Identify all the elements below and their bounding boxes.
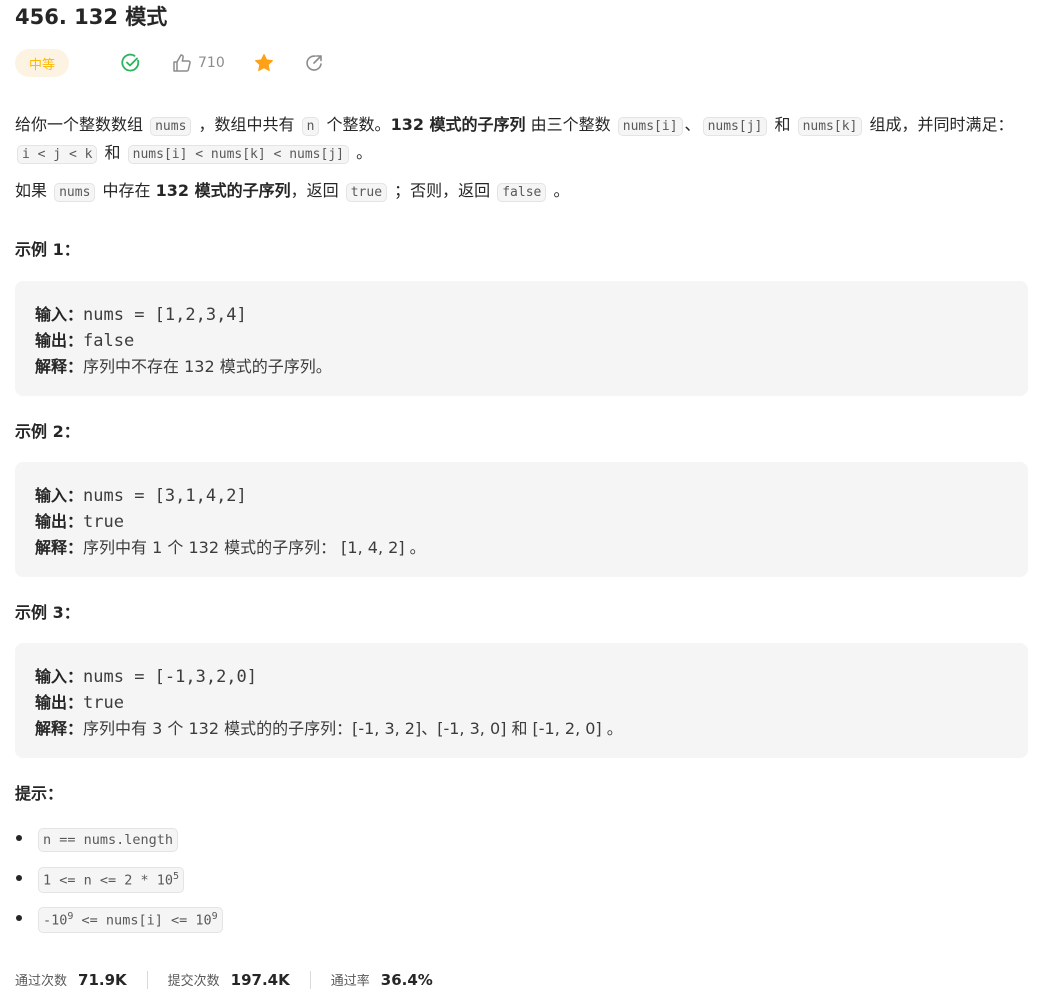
acceptance-rate: 36.4% xyxy=(380,970,433,989)
example-3-box: 输入：nums = [-1,3,2,0] 输出：true 解释：序列中有 3 个… xyxy=(15,643,1028,758)
acceptance-rate-label: 通过率 xyxy=(330,974,370,989)
inline-code: nums xyxy=(54,183,96,202)
description-paragraph: 给你一个整数数组 nums ，数组中共有 n 个整数。132 模式的子序列 由三… xyxy=(15,115,1014,164)
bullet xyxy=(16,875,22,881)
example-2-title: 示例 2： xyxy=(15,422,80,441)
accepted-label: 通过次数 xyxy=(15,974,68,989)
submissions-count: 197.4K xyxy=(230,970,290,989)
hint-item: 1 <= n <= 2 * 105 xyxy=(15,860,225,900)
solved-check-icon xyxy=(121,53,141,73)
inline-code: n == nums.length xyxy=(38,828,179,852)
example-1-box: 输入：nums = [1,2,3,4] 输出：false 解释：序列中不存在 1… xyxy=(15,281,1028,396)
hints-title: 提示： xyxy=(15,784,64,803)
hint-item: n == nums.length xyxy=(15,820,225,860)
problem-description: 给你一个整数数组 nums ，数组中共有 n 个整数。132 模式的子序列 由三… xyxy=(15,112,1028,216)
bold-term: 132 模式的子序列 xyxy=(155,181,291,200)
inline-code: false xyxy=(497,183,547,202)
bullet xyxy=(16,835,22,841)
inline-code: nums xyxy=(150,117,192,136)
problem-meta-bar: 中等 710 xyxy=(15,48,324,78)
problem-title: 456. 132 模式 xyxy=(15,5,168,29)
inline-code: 1 <= n <= 2 * 105 xyxy=(38,867,185,893)
inline-code: -109 <= nums[i] <= 109 xyxy=(38,907,223,933)
inline-code: i < j < k xyxy=(17,145,98,164)
divider xyxy=(309,970,311,989)
inline-code: n xyxy=(301,117,320,136)
inline-code: nums[i] xyxy=(617,117,683,136)
thumbs-up-icon xyxy=(172,53,192,73)
hints-list: n == nums.length 1 <= n <= 2 * 105 -109 … xyxy=(15,820,225,940)
inline-code: true xyxy=(345,183,388,202)
star-icon[interactable] xyxy=(254,53,274,73)
example-3-title: 示例 3： xyxy=(15,603,80,622)
difficulty-badge: 中等 xyxy=(15,49,70,77)
submission-stats: 通过次数 71.9K 提交次数 197.4K 通过率 36.4% xyxy=(15,970,433,989)
bold-term: 132 模式的子序列 xyxy=(390,115,526,134)
inline-code: nums[i] < nums[k] < nums[j] xyxy=(127,145,349,164)
example-1-title: 示例 1： xyxy=(15,240,80,259)
description-paragraph: 如果 nums 中存在 132 模式的子序列，返回 true ；否则，返回 fa… xyxy=(15,181,570,202)
share-icon[interactable] xyxy=(304,53,324,73)
inline-code: nums[k] xyxy=(797,117,863,136)
submissions-label: 提交次数 xyxy=(167,974,220,989)
like-count: 710 xyxy=(198,55,225,71)
hint-item: -109 <= nums[i] <= 109 xyxy=(15,900,225,940)
example-2-box: 输入：nums = [3,1,4,2] 输出：true 解释：序列中有 1 个 … xyxy=(15,462,1028,577)
like-button[interactable]: 710 xyxy=(172,53,225,73)
inline-code: nums[j] xyxy=(702,117,768,136)
bullet xyxy=(16,915,22,921)
divider xyxy=(146,970,148,989)
accepted-count: 71.9K xyxy=(78,970,127,989)
